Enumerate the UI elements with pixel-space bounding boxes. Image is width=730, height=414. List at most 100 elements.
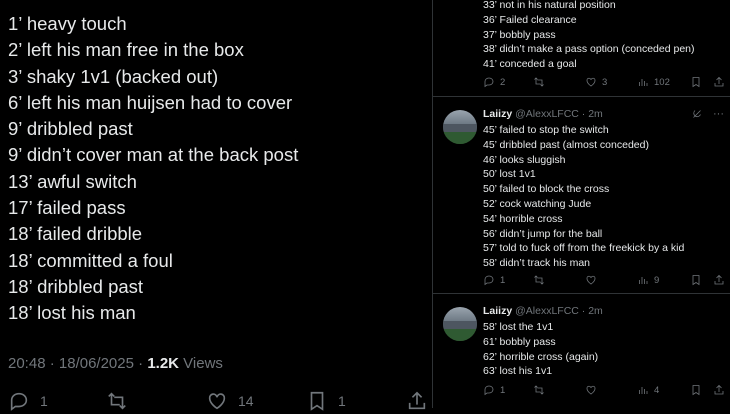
reply-button[interactable]: 2 xyxy=(483,76,505,88)
like-button[interactable] xyxy=(585,384,597,396)
reply-icon xyxy=(484,77,494,88)
reply-line: 54’ horrible cross xyxy=(483,212,563,225)
reply-line: 56’ didn’t jump for the ball xyxy=(483,227,603,240)
post-line: 9’ dribbled past xyxy=(8,118,133,140)
repost-icon xyxy=(108,392,126,410)
reply-text: 33’ not in his natural position 36’ Fail… xyxy=(483,0,695,72)
repost-button[interactable] xyxy=(533,384,545,396)
reply-count: 1 xyxy=(40,393,48,409)
reply-button[interactable]: 1 xyxy=(8,390,48,412)
like-icon xyxy=(208,393,226,410)
like-icon xyxy=(586,77,596,87)
reply-line: 38’ didn’t make a pass option (conceded … xyxy=(483,43,695,56)
reply-actions: 1 9 xyxy=(483,274,728,288)
share-icon xyxy=(714,384,724,395)
like-button[interactable] xyxy=(585,274,597,286)
reply-header: Laiizy @AlexxLFCC · 2m xyxy=(483,305,603,317)
reply-line: 58’ lost the 1v1 xyxy=(483,321,554,333)
bookmark-icon xyxy=(692,275,700,286)
post-date[interactable]: 18/06/2025 xyxy=(59,355,134,372)
views-icon xyxy=(639,277,648,284)
more-icon[interactable]: ··· xyxy=(713,108,724,120)
avatar[interactable] xyxy=(443,307,477,341)
reply-top-icons: ··· xyxy=(691,108,724,120)
author-handle[interactable]: @AlexxLFCC xyxy=(515,108,579,120)
repost-icon xyxy=(534,77,544,87)
repost-icon xyxy=(534,385,544,395)
bookmark-button[interactable]: 1 xyxy=(306,390,346,412)
like-icon xyxy=(586,275,596,285)
reply-line: 45’ dribbled past (almost conceded) xyxy=(483,138,649,151)
reply-time[interactable]: 2m xyxy=(588,305,603,317)
bookmark-button[interactable] xyxy=(690,384,702,396)
reply-time[interactable]: 2m xyxy=(588,108,603,120)
reply-button[interactable]: 1 xyxy=(483,274,505,286)
post-line: 13’ awful switch xyxy=(8,170,137,192)
reply-line: 37’ bobbly pass xyxy=(483,28,556,41)
post-line: 18’ committed a foul xyxy=(8,249,173,271)
reply-actions: 2 3 102 xyxy=(483,76,728,90)
grok-icon[interactable] xyxy=(691,108,703,120)
reply-line: 33’ not in his natural position xyxy=(483,0,616,11)
repost-button[interactable] xyxy=(106,390,138,412)
reply-line: 57’ told to fuck off from the freekick b… xyxy=(483,242,685,255)
post-actions: 1 14 1 xyxy=(8,390,428,414)
meta-separator: · xyxy=(133,355,148,372)
avatar[interactable] xyxy=(443,110,477,144)
post-line: 1’ heavy touch xyxy=(8,13,127,34)
share-button[interactable] xyxy=(713,274,725,286)
share-button[interactable] xyxy=(713,384,725,396)
reply-line: 46’ looks sluggish xyxy=(483,153,566,166)
reply-text: 58’ lost the 1v1 61’ bobbly pass 62’ hor… xyxy=(483,320,598,379)
views-count: 9 xyxy=(654,274,660,286)
post-text: 1’ heavy touch 2’ left his man free in t… xyxy=(8,11,298,327)
repost-button[interactable] xyxy=(533,76,545,88)
reply-line: 61’ bobbly pass xyxy=(483,335,556,348)
reply-icon xyxy=(10,392,28,411)
reply-count: 2 xyxy=(500,76,506,88)
author-name[interactable]: Laiizy xyxy=(483,305,512,317)
meta-separator: · xyxy=(45,355,59,372)
like-icon xyxy=(586,385,596,395)
bookmark-icon xyxy=(692,77,700,88)
share-button[interactable] xyxy=(406,390,428,412)
views-button[interactable]: 102 xyxy=(637,76,670,88)
post-line: 18’ failed dribble xyxy=(8,223,143,245)
like-button[interactable]: 3 xyxy=(585,76,607,88)
post-line: 3’ shaky 1v1 (backed out) xyxy=(8,65,219,87)
reply-icon xyxy=(484,275,494,286)
reply-line: 41’ conceded a goal xyxy=(483,58,577,71)
post-time[interactable]: 20:48 xyxy=(8,355,46,372)
header-separator: · xyxy=(578,108,589,120)
post-line: 9’ didn’t cover man at the back post xyxy=(8,144,299,166)
share-icon xyxy=(714,274,724,285)
replies-column: 33’ not in his natural position 36’ Fail… xyxy=(433,0,730,408)
repost-button[interactable] xyxy=(533,274,545,286)
views-icon xyxy=(639,79,648,86)
reply-icon xyxy=(484,385,494,396)
post-meta: 20:48 · 18/06/2025 · 1.2K Views xyxy=(8,355,223,372)
author-handle[interactable]: @AlexxLFCC xyxy=(515,305,579,317)
bookmark-icon xyxy=(310,391,324,411)
bookmark-button[interactable] xyxy=(690,76,702,88)
post-line: 18’ dribbled past xyxy=(8,275,144,297)
views-button[interactable]: 9 xyxy=(637,274,659,286)
reply-line: 50’ lost 1v1 xyxy=(483,168,536,181)
bookmark-button[interactable] xyxy=(690,274,702,286)
like-button[interactable]: 14 xyxy=(206,390,254,412)
reply-line: 36’ Failed clearance xyxy=(483,13,577,26)
author-name[interactable]: Laiizy xyxy=(483,108,512,120)
reply-button[interactable]: 1 xyxy=(483,384,505,396)
share-icon xyxy=(714,76,724,87)
main-post: 1’ heavy touch 2’ left his man free in t… xyxy=(0,0,432,411)
reply-line: 58’ didn’t track his man xyxy=(483,257,590,270)
reply-line: 52’ cock watching Jude xyxy=(483,197,592,210)
reply-header: Laiizy @AlexxLFCC · 2m xyxy=(483,108,603,120)
share-button[interactable] xyxy=(713,76,725,88)
reply-line: 62’ horrible cross (again) xyxy=(483,350,599,363)
bookmark-icon xyxy=(692,385,700,396)
post-line: 6’ left his man huijsen had to cover xyxy=(8,91,293,113)
views-button[interactable]: 4 xyxy=(637,384,659,396)
reply-separator xyxy=(433,96,730,97)
reply-line: 63’ lost his 1v1 xyxy=(483,365,553,378)
